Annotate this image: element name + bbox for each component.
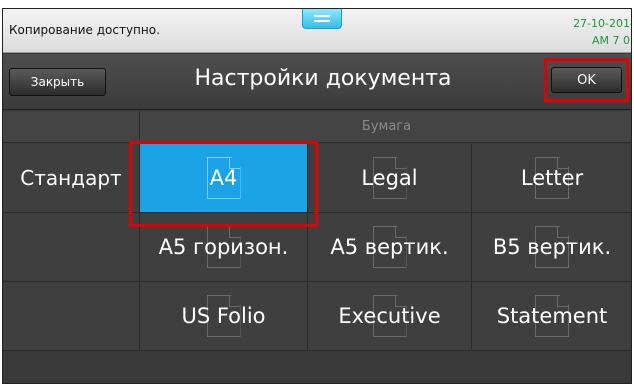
ok-button[interactable]: OK	[551, 67, 622, 93]
status-bar: Копирование доступно. 27-10-2014 AM 7 07	[3, 9, 632, 53]
paper-size-label: Legal	[361, 166, 418, 190]
paper-size-us-folio[interactable]: US Folio	[140, 282, 308, 351]
paper-size-label: A5 горизон.	[158, 235, 289, 259]
clock: 27-10-2014 AM 7 07	[573, 15, 632, 49]
paper-size-a5-portrait[interactable]: A5 вертик.	[308, 213, 472, 282]
window: Копирование доступно. 27-10-2014 AM 7 07…	[0, 0, 634, 389]
paper-size-label: A5 вертик.	[330, 235, 449, 259]
status-message: Копирование доступно.	[9, 23, 160, 37]
paper-size-label: Executive	[338, 304, 441, 328]
paper-size-legal[interactable]: Legal	[308, 144, 472, 213]
paper-size-executive[interactable]: Executive	[308, 282, 472, 351]
clock-time: AM 7 07	[591, 34, 631, 47]
column-header-paper: Бумага	[140, 111, 631, 143]
header-bar: Закрыть Настройки документа OK	[3, 54, 631, 110]
paper-size-grid: Бумага Стандарт A4 Legal Letter A5 гориз…	[3, 111, 631, 383]
bottom-empty-row	[3, 352, 631, 383]
paper-size-a4[interactable]: A4	[140, 144, 308, 213]
row-label-empty	[3, 282, 140, 351]
ok-highlight: OK	[544, 58, 629, 102]
pulldown-handle-icon[interactable]	[302, 9, 342, 29]
paper-size-statement[interactable]: Statement	[472, 282, 631, 351]
grid-corner	[3, 111, 140, 143]
row-label-empty	[3, 213, 140, 282]
paper-size-label: A4	[209, 166, 238, 190]
paper-size-label: US Folio	[181, 304, 266, 328]
row-label-standard: Стандарт	[3, 144, 140, 213]
page-title: Настройки документа	[194, 66, 452, 91]
paper-size-label: Letter	[520, 166, 584, 190]
paper-size-b5-portrait[interactable]: B5 вертик.	[472, 213, 631, 282]
paper-size-letter[interactable]: Letter	[472, 144, 631, 213]
paper-size-label: Statement	[496, 304, 608, 328]
device-screen: Копирование доступно. 27-10-2014 AM 7 07…	[2, 8, 632, 384]
clock-date: 27-10-2014	[573, 17, 632, 30]
close-button[interactable]: Закрыть	[9, 68, 106, 96]
paper-size-label: B5 вертик.	[492, 235, 612, 259]
paper-size-a5-landscape[interactable]: A5 горизон.	[140, 213, 308, 282]
